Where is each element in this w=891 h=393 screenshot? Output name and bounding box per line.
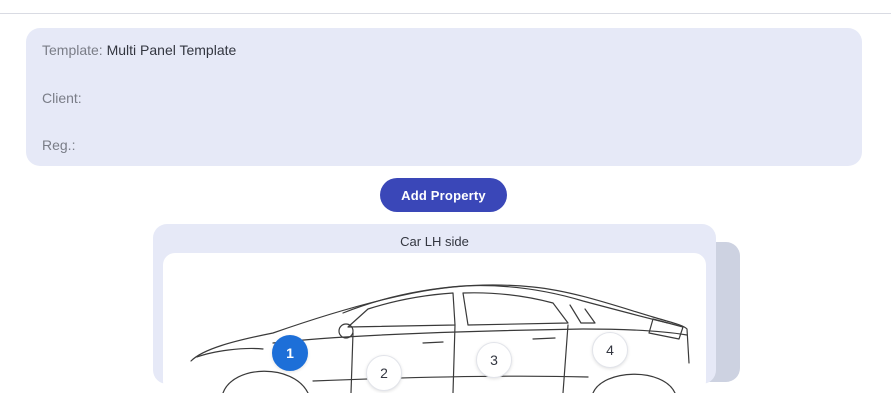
- damage-marker-3[interactable]: 3: [476, 342, 512, 378]
- panel-car-lh-side[interactable]: Car LH side 1 2 3 4: [153, 224, 716, 393]
- car-side-outline-icon: [190, 284, 690, 393]
- template-label: Template:: [42, 42, 103, 58]
- panel-diagram-area[interactable]: 1 2 3 4: [163, 253, 706, 393]
- damage-marker-2[interactable]: 2: [366, 355, 402, 391]
- client-label: Client:: [42, 90, 82, 106]
- template-row: Template: Multi Panel Template: [42, 42, 236, 58]
- reg-row: Reg.:: [42, 137, 75, 153]
- add-property-button[interactable]: Add Property: [380, 178, 507, 212]
- top-divider: [0, 13, 891, 14]
- damage-marker-4[interactable]: 4: [592, 332, 628, 368]
- panel-title: Car LH side: [400, 234, 469, 249]
- job-info-card: Template: Multi Panel Template Client: R…: [26, 28, 862, 166]
- client-row: Client:: [42, 90, 82, 106]
- damage-marker-1[interactable]: 1: [272, 335, 308, 371]
- template-value: Multi Panel Template: [106, 42, 237, 58]
- reg-label: Reg.:: [42, 137, 76, 153]
